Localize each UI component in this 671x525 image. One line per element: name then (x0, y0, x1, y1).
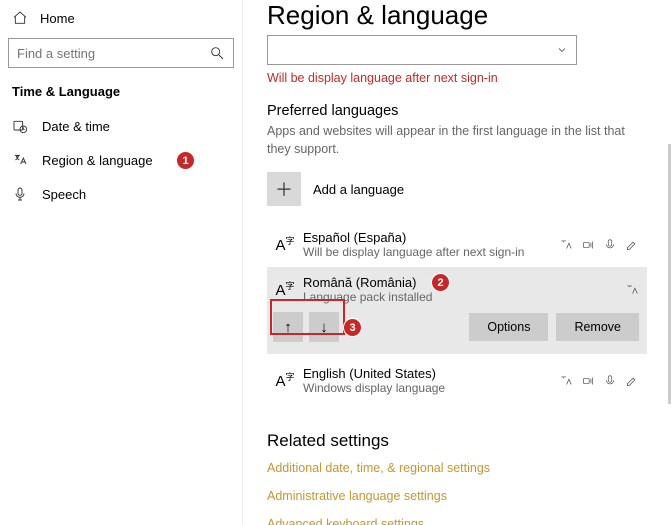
display-language-warning: Will be display language after next sign… (267, 71, 647, 85)
home-nav[interactable]: Home (8, 6, 234, 34)
nav-label: Date & time (42, 119, 110, 134)
handwriting-icon (625, 374, 639, 388)
move-up-button[interactable]: ↑ (273, 312, 303, 342)
sidebar-item-speech[interactable]: Speech (8, 177, 234, 211)
language-features (559, 374, 639, 388)
sidebar-item-date-time[interactable]: Date & time (8, 109, 234, 143)
microphone-icon (12, 186, 28, 202)
preferred-languages-title: Preferred languages (267, 103, 647, 119)
options-button[interactable]: Options (469, 313, 548, 341)
search-input[interactable] (17, 46, 209, 61)
language-name: Română (România) (303, 275, 625, 290)
main-content: Region & language Will be display langua… (243, 0, 671, 525)
language-features (559, 238, 639, 252)
language-item-english[interactable]: A字 English (United States) Windows displ… (267, 358, 647, 403)
language-name: English (United States) (303, 366, 559, 381)
category-title: Time & Language (8, 82, 234, 109)
plus-icon: ＋ (267, 172, 301, 206)
speech-recognition-icon (581, 238, 595, 252)
add-language-label: Add a language (313, 182, 404, 197)
annotation-badge-3: 3 (343, 318, 362, 337)
language-glyph-icon: A字 (275, 237, 294, 253)
search-box[interactable] (8, 38, 234, 68)
link-additional-settings[interactable]: Additional date, time, & regional settin… (267, 461, 647, 475)
nav-label: Region & language (42, 153, 153, 168)
sidebar-item-region-language[interactable]: Region & language 1 (8, 143, 234, 177)
move-down-button[interactable]: ↓ (309, 312, 339, 342)
language-item-espanol[interactable]: A字 Español (España) Will be display lang… (267, 222, 647, 267)
remove-button[interactable]: Remove (556, 313, 639, 341)
language-features (625, 283, 639, 297)
language-name: Español (España) (303, 230, 559, 245)
add-language-button[interactable]: ＋ Add a language (267, 172, 647, 206)
microphone-icon (603, 238, 617, 252)
home-icon (12, 10, 28, 26)
language-sub: Language pack installed (303, 290, 625, 304)
language-sub: Will be display language after next sign… (303, 245, 559, 259)
link-advanced-keyboard[interactable]: Advanced keyboard settings (267, 517, 647, 525)
speech-recognition-icon (581, 374, 595, 388)
text-to-speech-icon (559, 374, 573, 388)
handwriting-icon (625, 238, 639, 252)
chevron-down-icon (556, 44, 568, 56)
link-administrative-settings[interactable]: Administrative language settings (267, 489, 647, 503)
clock-calendar-icon (12, 118, 28, 134)
page-title: Region & language (267, 0, 647, 31)
language-glyph-icon: A字 (275, 373, 294, 389)
preferred-languages-sub: Apps and websites will appear in the fir… (267, 123, 647, 158)
nav-label: Speech (42, 187, 86, 202)
related-settings-title: Related settings (267, 431, 647, 451)
settings-sidebar: Home Time & Language Date & time Region … (0, 0, 243, 525)
home-label: Home (40, 11, 75, 26)
text-to-speech-icon (559, 238, 573, 252)
annotation-badge-1: 1 (176, 151, 195, 170)
language-item-romana-selected[interactable]: A字 Română (România) Language pack instal… (267, 267, 647, 354)
annotation-badge-2: 2 (431, 273, 450, 292)
language-icon (12, 152, 28, 168)
display-language-dropdown[interactable] (267, 35, 577, 65)
text-to-speech-icon (625, 283, 639, 297)
microphone-icon (603, 374, 617, 388)
search-icon (209, 45, 225, 61)
language-sub: Windows display language (303, 381, 559, 395)
language-glyph-icon: A字 (275, 282, 294, 298)
